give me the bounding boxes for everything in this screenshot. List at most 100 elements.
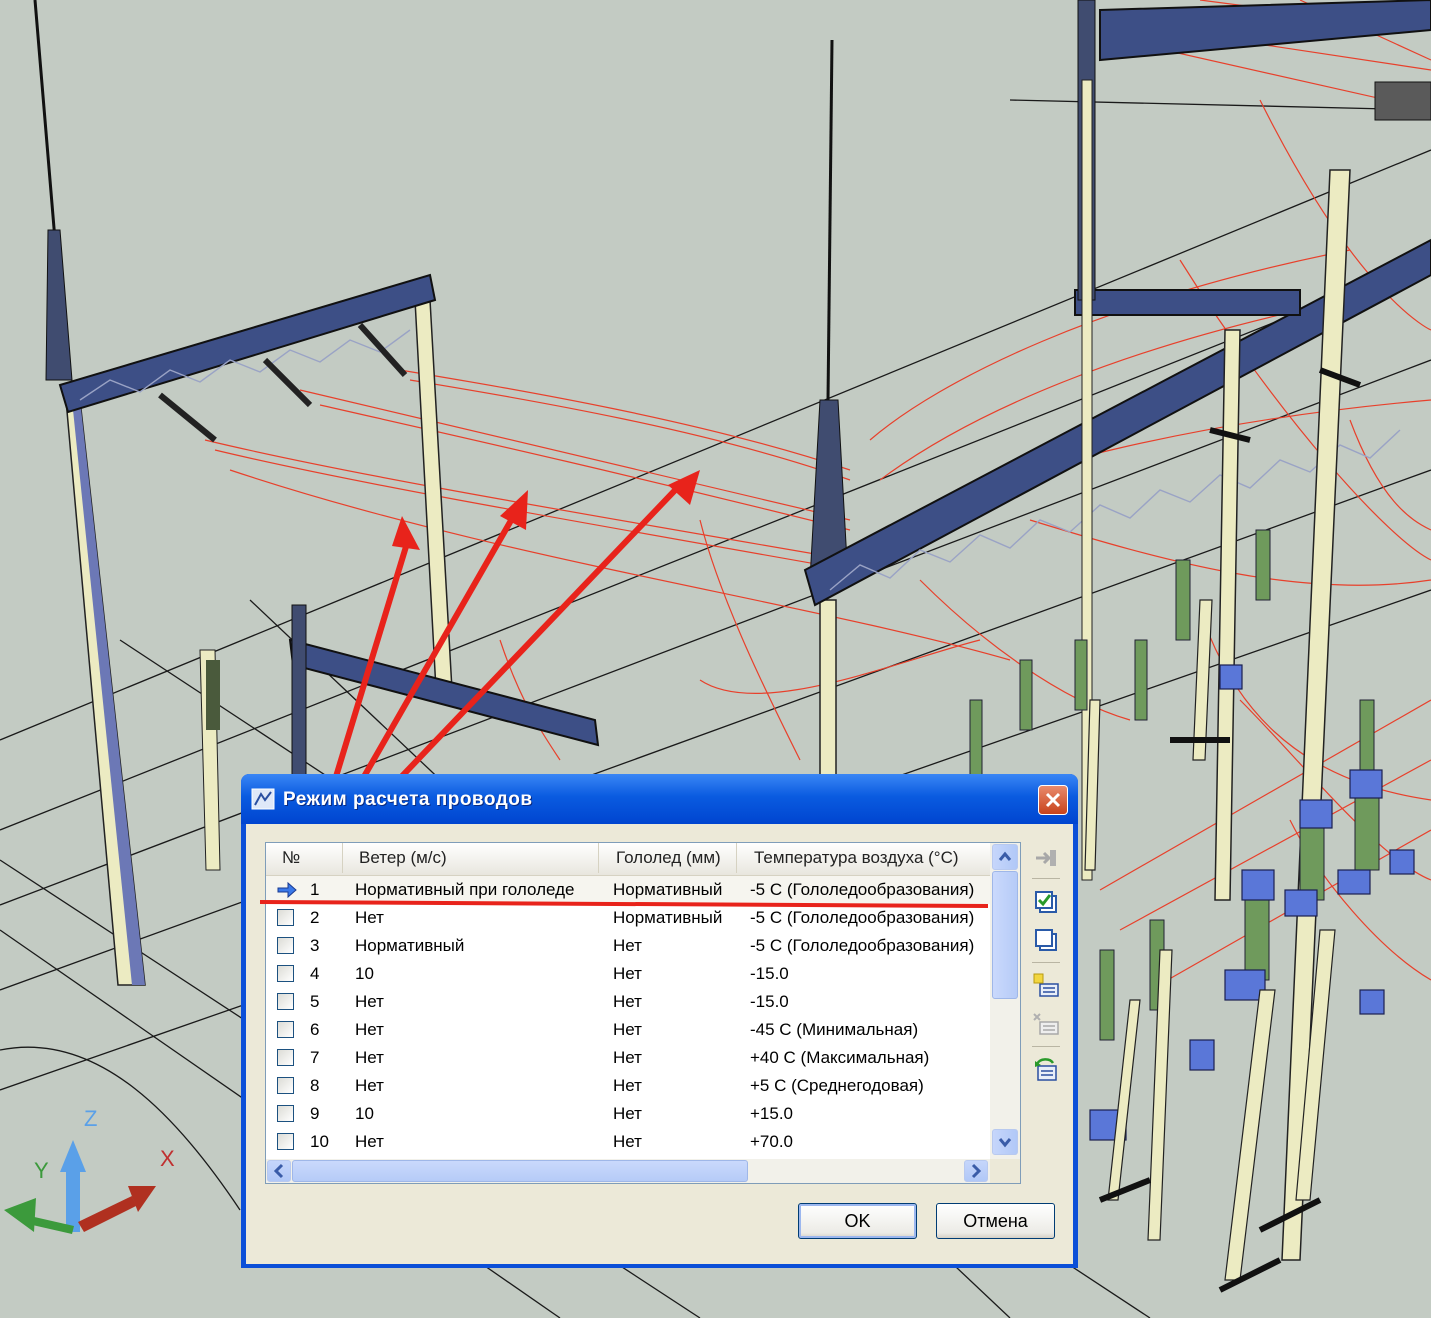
row-ice: Нет <box>613 936 642 955</box>
row-wind: Нет <box>355 908 384 927</box>
row-ice: Нет <box>613 1104 642 1123</box>
row-wind: Нет <box>355 1020 384 1039</box>
dialog-client: № Ветер (м/с) Гололед (мм) Температура в… <box>246 824 1073 1264</box>
chevron-up-icon <box>998 851 1012 861</box>
row-ice: Нормативный <box>613 880 723 899</box>
row-checkbox[interactable] <box>277 909 294 926</box>
row-ice: Нет <box>613 1020 642 1039</box>
ucs-axes-icon <box>4 1140 156 1234</box>
check-all-icon[interactable] <box>1032 888 1060 916</box>
row-temperature: +70.0 <box>750 1132 794 1151</box>
x-axis-label: X <box>160 1146 175 1171</box>
table-row[interactable]: 7 Нет Нет +40 C (Максимальная) <box>266 1044 990 1072</box>
row-temperature: -15.0 <box>750 964 789 983</box>
table-row[interactable]: 6 Нет Нет -45 C (Минимальная) <box>266 1016 990 1044</box>
uncheck-all-icon[interactable] <box>1032 926 1060 954</box>
scroll-corner <box>990 1159 1020 1183</box>
row-checkbox[interactable] <box>277 1133 294 1150</box>
row-number: 5 <box>310 992 320 1011</box>
row-ice: Нет <box>613 964 642 983</box>
add-row-icon[interactable] <box>1032 972 1060 1000</box>
row-number: 3 <box>310 936 320 955</box>
left-mast-top <box>45 229 73 381</box>
row-number: 7 <box>310 1048 320 1067</box>
close-button[interactable] <box>1038 785 1068 815</box>
row-ice: Нет <box>613 992 642 1011</box>
row-checkbox[interactable] <box>277 965 294 982</box>
table-row[interactable]: 2 Нет Нормативный -5 C (Гололедообразования… <box>266 904 990 932</box>
ok-button[interactable]: OK <box>798 1203 917 1239</box>
scroll-up-button[interactable] <box>992 844 1018 870</box>
row-temperature: -5 C (Гололедообразования) <box>750 908 975 927</box>
row-number: 10 <box>310 1132 329 1151</box>
reset-table-icon[interactable] <box>1032 1056 1060 1084</box>
row-wind: Нет <box>355 1048 384 1067</box>
row-number: 4 <box>310 964 320 983</box>
hscroll-thumb[interactable] <box>292 1160 748 1182</box>
row-ice: Нет <box>613 1048 642 1067</box>
row-number: 2 <box>310 908 320 927</box>
horizontal-scrollbar[interactable] <box>266 1159 990 1183</box>
row-checkbox[interactable] <box>277 937 294 954</box>
table-row[interactable]: 5 Нет Нет -15.0 <box>266 988 990 1016</box>
table-row[interactable]: 1 Нормативный при гололеде Нормативный -5 C… <box>266 876 990 904</box>
row-temperature: -45 C (Минимальная) <box>750 1020 919 1039</box>
delete-row-icon[interactable] <box>1032 1010 1060 1038</box>
row-ice: Нормативный <box>613 908 723 927</box>
side-toolbar <box>1028 844 1064 1094</box>
vertical-scrollbar[interactable] <box>990 843 1020 1161</box>
row-number: 8 <box>310 1076 320 1095</box>
row-temperature: -5 C (Гололедообразования) <box>750 936 975 955</box>
row-ice: Нет <box>613 1132 642 1151</box>
row-number: 6 <box>310 1020 320 1039</box>
column-wind[interactable]: Ветер (м/с) <box>343 843 599 873</box>
y-axis-label: Y <box>34 1158 49 1183</box>
table-row[interactable]: 9 10 Нет +15.0 <box>266 1100 990 1128</box>
row-checkbox[interactable] <box>277 993 294 1010</box>
row-temperature: +40 C (Максимальная) <box>750 1048 930 1067</box>
row-wind: Нет <box>355 1132 384 1151</box>
row-ice: Нет <box>613 1076 642 1095</box>
table-body: 1 Нормативный при гололеде Нормативный -5 C… <box>266 876 990 1161</box>
row-temperature: +5 C (Среднегодовая) <box>750 1076 924 1095</box>
row-temperature: -15.0 <box>750 992 789 1011</box>
row-wind: Нет <box>355 1076 384 1095</box>
table-header: № Ветер (м/с) Гололед (мм) Температура в… <box>266 843 990 877</box>
close-icon <box>1045 792 1061 808</box>
calc-modes-dialog: Режим расчета проводов № Ветер (м/с) Гол… <box>241 774 1078 1268</box>
row-wind: Нормативный <box>355 936 465 955</box>
scroll-down-button[interactable] <box>992 1129 1018 1155</box>
scroll-right-button[interactable] <box>964 1160 988 1182</box>
row-checkbox[interactable] <box>277 1077 294 1094</box>
cancel-button[interactable]: Отмена <box>936 1203 1055 1239</box>
table-row[interactable]: 10 Нет Нет +70.0 <box>266 1128 990 1156</box>
app-icon <box>251 788 275 810</box>
row-wind: 10 <box>355 1104 374 1123</box>
arrow-right-icon <box>277 881 297 899</box>
modes-table[interactable]: № Ветер (м/с) Гололед (мм) Температура в… <box>265 842 1021 1184</box>
row-checkbox[interactable] <box>277 1105 294 1122</box>
row-wind: Нет <box>355 992 384 1011</box>
row-wind: Нормативный при гололеде <box>355 880 575 899</box>
scroll-thumb[interactable] <box>992 871 1018 999</box>
row-number: 9 <box>310 1104 320 1123</box>
table-row[interactable]: 4 10 Нет -15.0 <box>266 960 990 988</box>
column-temperature[interactable]: Температура воздуха (°C) <box>737 843 990 873</box>
row-wind: 10 <box>355 964 374 983</box>
table-row[interactable]: 3 Нормативный Нет -5 C (Гололедообразования… <box>266 932 990 960</box>
row-temperature: +15.0 <box>750 1104 794 1123</box>
row-temperature: -5 C (Гололедообразования) <box>750 880 975 899</box>
row-checkbox[interactable] <box>277 1021 294 1038</box>
column-ice[interactable]: Гололед (мм) <box>599 843 737 873</box>
table-row[interactable]: 8 Нет Нет +5 C (Среднегодовая) <box>266 1072 990 1100</box>
column-number[interactable]: № <box>266 843 343 873</box>
row-number: 1 <box>310 880 320 899</box>
scroll-left-button[interactable] <box>267 1160 291 1182</box>
z-axis-label: Z <box>84 1106 98 1131</box>
dialog-titlebar[interactable]: Режим расчета проводов <box>241 774 1078 824</box>
row-checkbox[interactable] <box>277 1049 294 1066</box>
chevron-right-icon <box>971 1163 982 1179</box>
insert-icon[interactable] <box>1032 844 1060 872</box>
dialog-title: Режим расчета проводов <box>283 789 533 810</box>
chevron-left-icon <box>273 1163 284 1179</box>
